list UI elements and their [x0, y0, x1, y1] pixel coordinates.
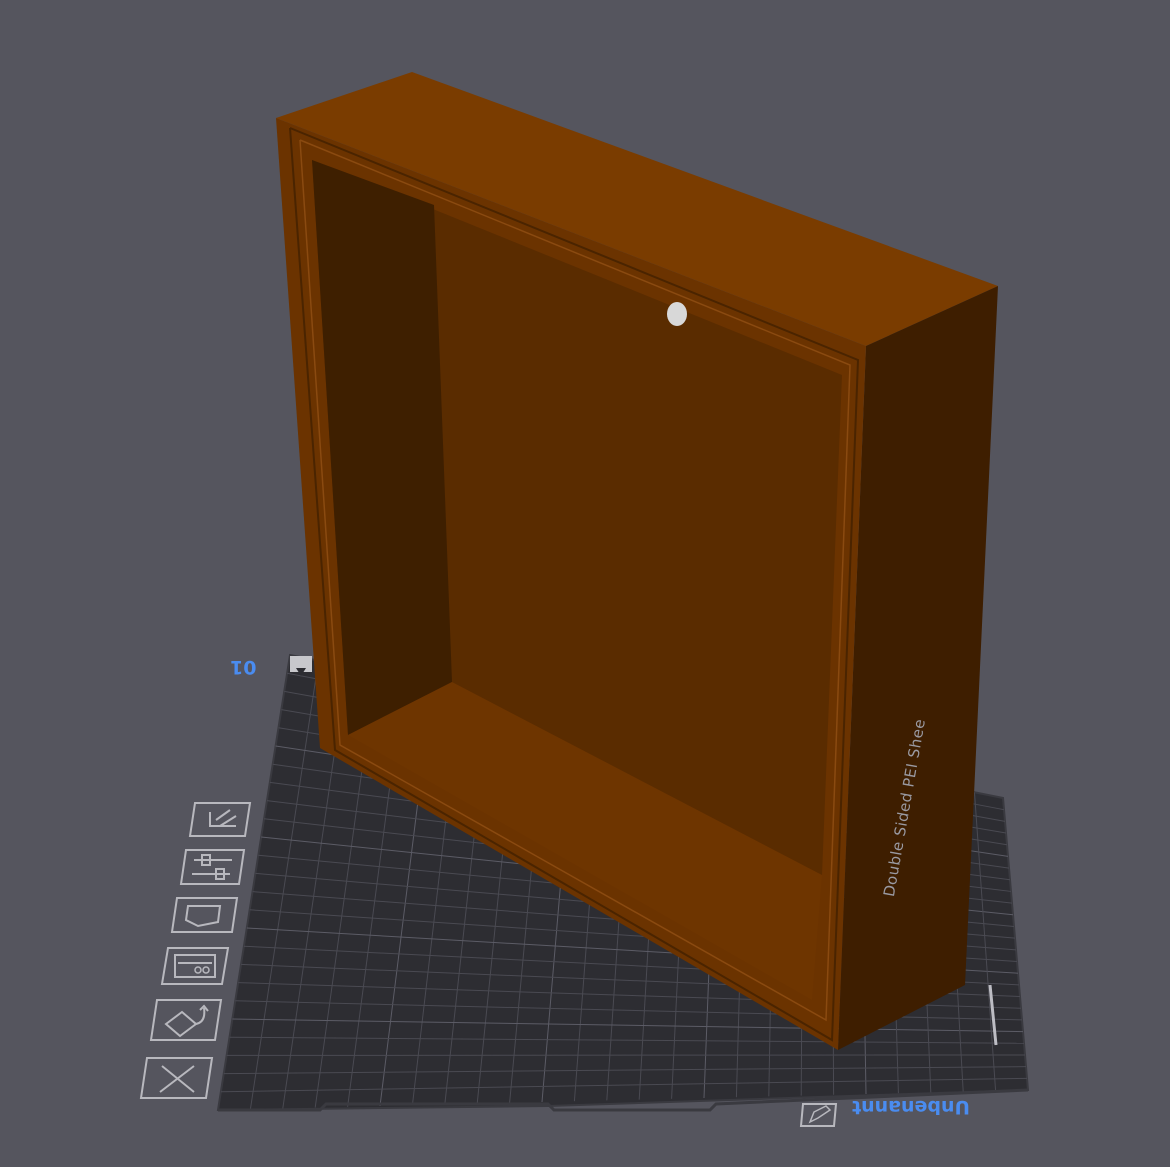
delete-plate-icon[interactable] — [141, 1058, 212, 1098]
plate-number-label[interactable]: 01 — [230, 656, 256, 678]
auto-orient-icon[interactable] — [151, 1000, 221, 1040]
plate-name-label[interactable]: Unbenannt — [852, 1096, 970, 1118]
layer-settings-icon[interactable] — [181, 850, 244, 884]
cut-icon[interactable] — [172, 898, 237, 932]
arrange-icon[interactable] — [190, 803, 250, 836]
model-hang-hole — [667, 302, 687, 326]
plate-layout-icon[interactable] — [162, 948, 228, 984]
edit-plate-icon[interactable] — [801, 1104, 836, 1126]
scene-canvas[interactable] — [0, 0, 1170, 1163]
3d-viewport[interactable]: 01 Unbenannt Double Sided PEI Shee — [0, 0, 1170, 1163]
